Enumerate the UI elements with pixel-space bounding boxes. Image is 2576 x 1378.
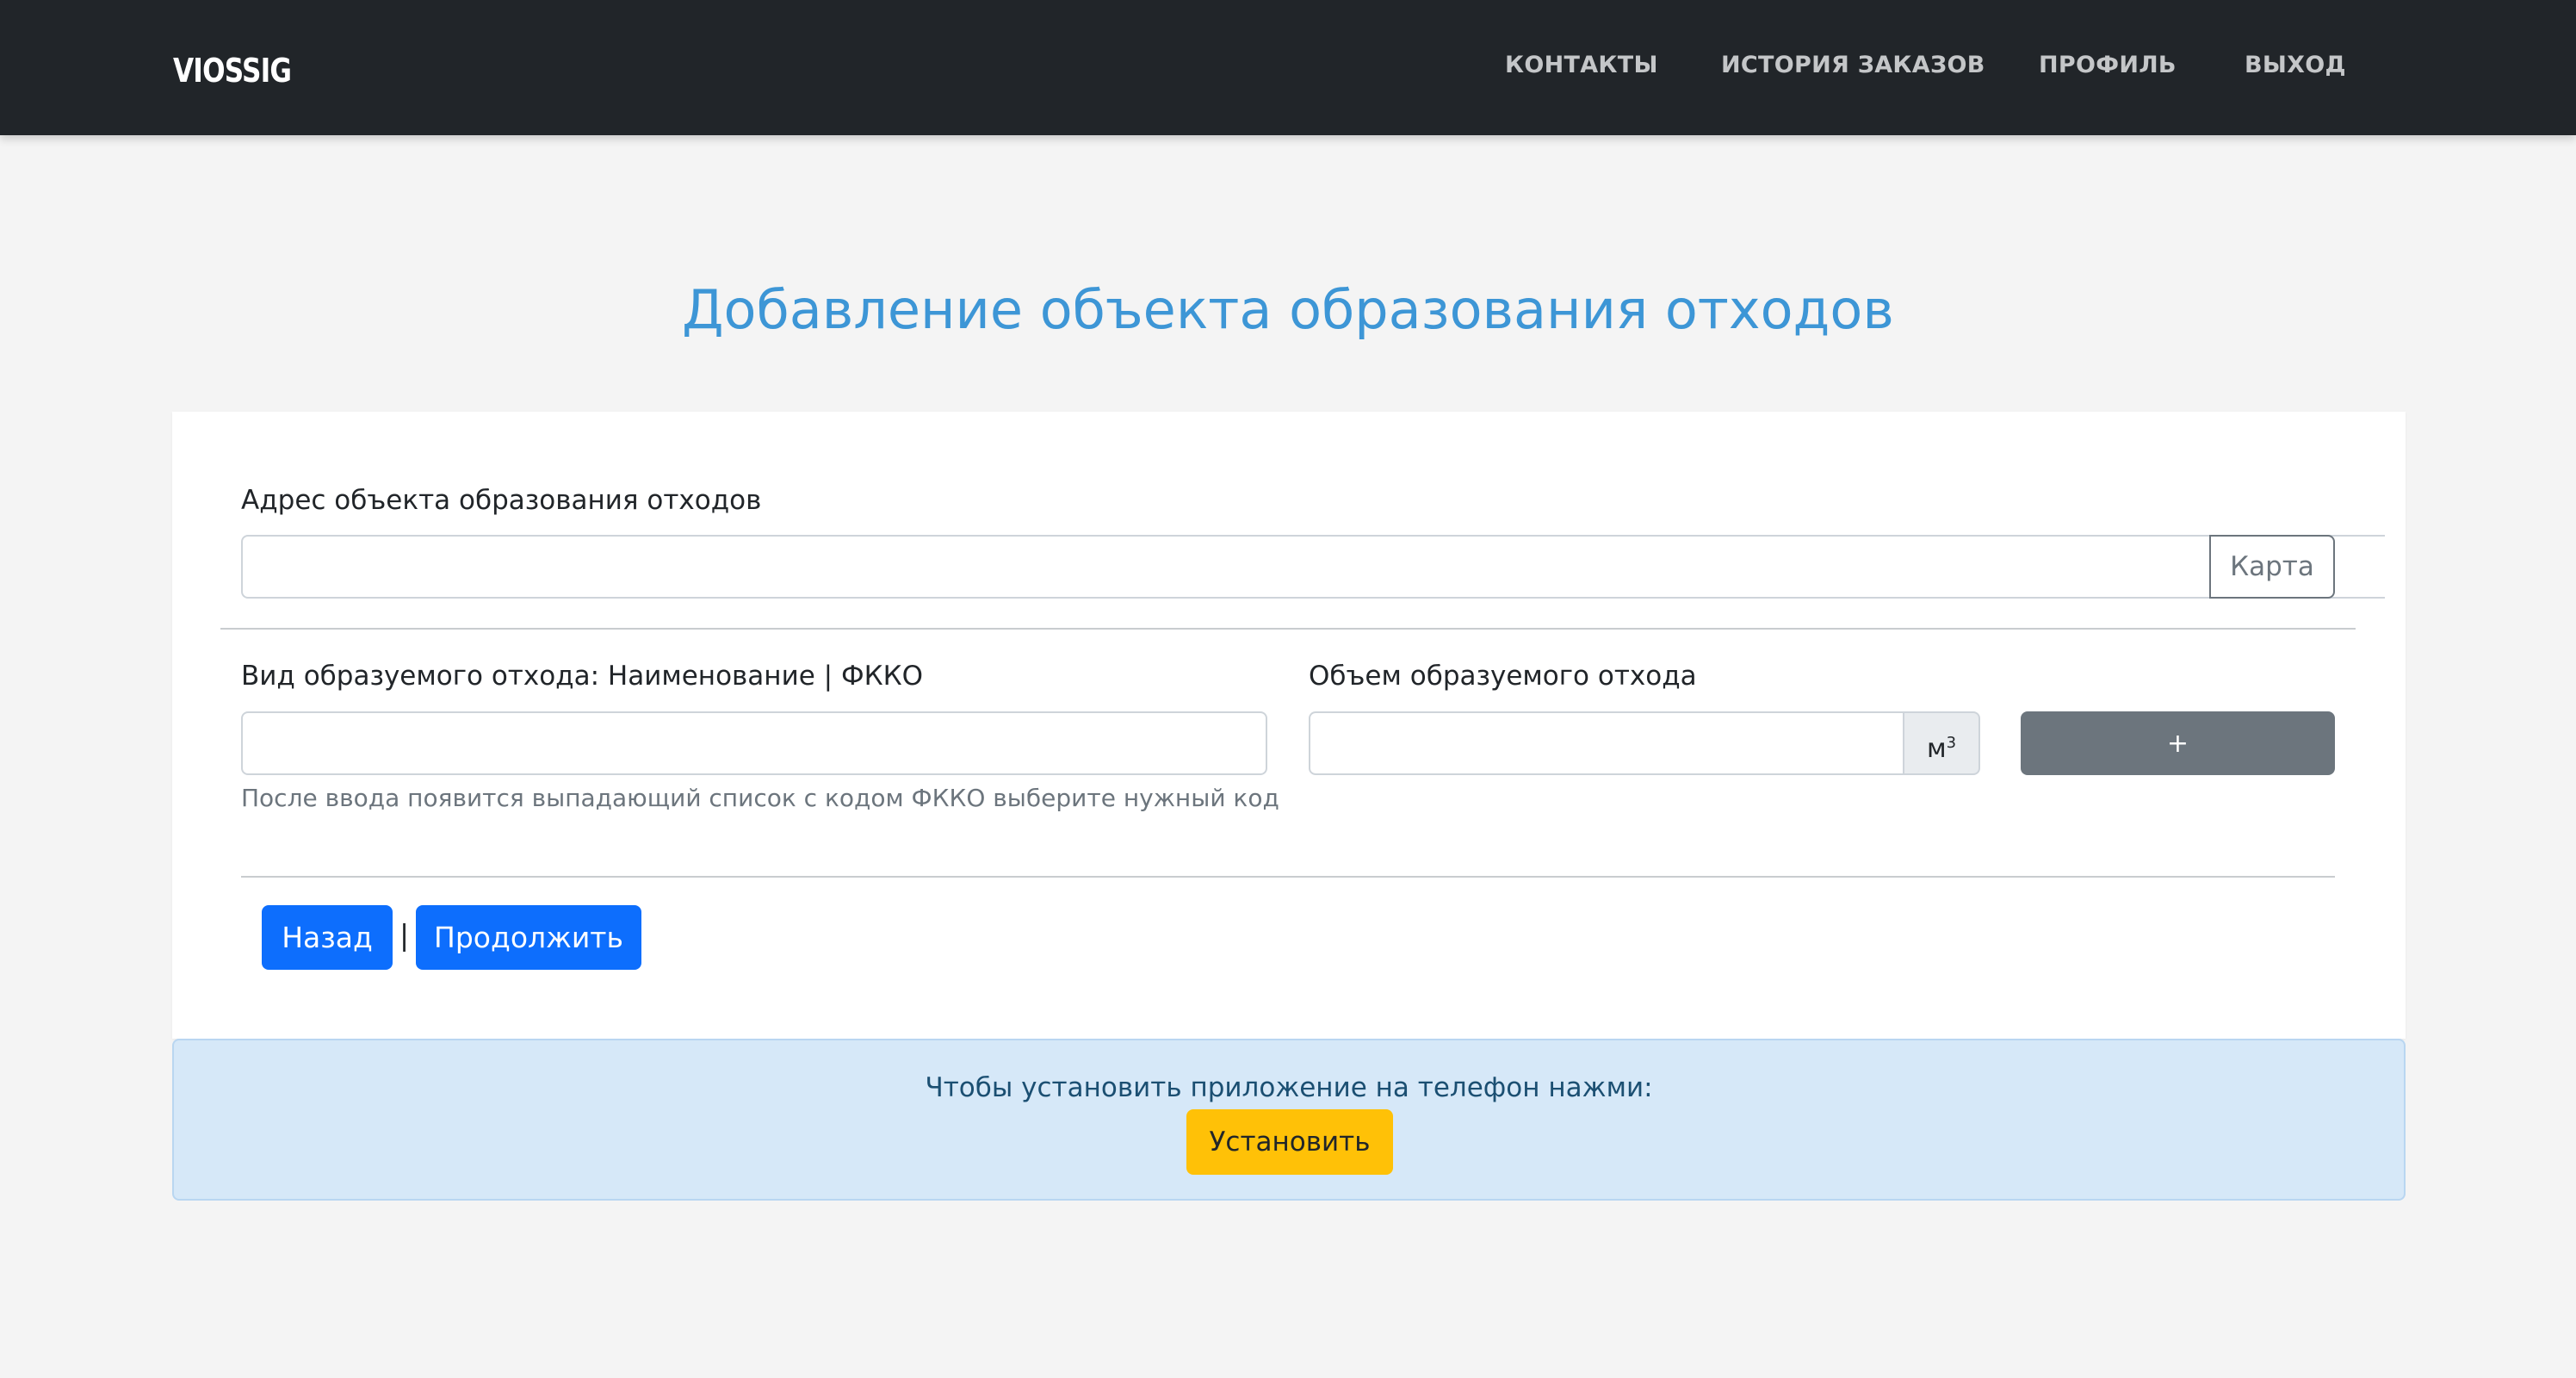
actions-divider xyxy=(241,876,2335,878)
add-waste-button[interactable]: + xyxy=(2021,711,2335,775)
install-app-banner: Чтобы установить приложение на телефон н… xyxy=(172,1039,2406,1201)
back-button[interactable]: Назад xyxy=(262,905,393,970)
nav-link-profile[interactable]: ПРОФИЛЬ xyxy=(2039,48,2177,83)
top-navbar: VIOSSIG КОНТАКТЫ ИСТОРИЯ ЗАКАЗОВ ПРОФИЛЬ… xyxy=(0,0,2576,135)
address-input[interactable] xyxy=(241,535,2385,599)
install-app-text: Чтобы установить приложение на телефон н… xyxy=(925,1072,1653,1103)
brand-logo-text: VIOSSIG xyxy=(173,52,292,90)
unit-addon: м3 xyxy=(1904,711,1980,775)
waste-volume-input[interactable] xyxy=(1309,711,1904,775)
install-button[interactable]: Установить xyxy=(1186,1109,1393,1175)
brand-logo[interactable]: VIOSSIG xyxy=(173,48,317,93)
map-button[interactable]: Карта xyxy=(2209,535,2335,599)
nav-link-order-history[interactable]: ИСТОРИЯ ЗАКАЗОВ xyxy=(1721,48,1985,83)
waste-volume-label: Объем образуемого отхода xyxy=(1309,661,1697,692)
nav-link-logout[interactable]: ВЫХОД xyxy=(2245,48,2346,83)
unit-superscript: 3 xyxy=(1946,734,1957,752)
address-divider xyxy=(220,628,2356,630)
waste-type-input[interactable] xyxy=(241,711,1267,775)
continue-button[interactable]: Продолжить xyxy=(416,905,641,970)
waste-type-help: После ввода появится выпадающий список с… xyxy=(241,784,1279,812)
nav-link-contacts[interactable]: КОНТАКТЫ xyxy=(1505,48,1658,83)
page-title: Добавление объекта образования отходов xyxy=(682,278,1894,341)
button-separator: | xyxy=(399,918,410,952)
unit-base: м xyxy=(1926,734,1947,764)
waste-type-label: Вид образуемого отхода: Наименование | Ф… xyxy=(241,661,924,692)
address-label: Адрес объекта образования отходов xyxy=(241,485,762,516)
form-card: Адрес объекта образования отходов Карта … xyxy=(172,412,2406,1039)
